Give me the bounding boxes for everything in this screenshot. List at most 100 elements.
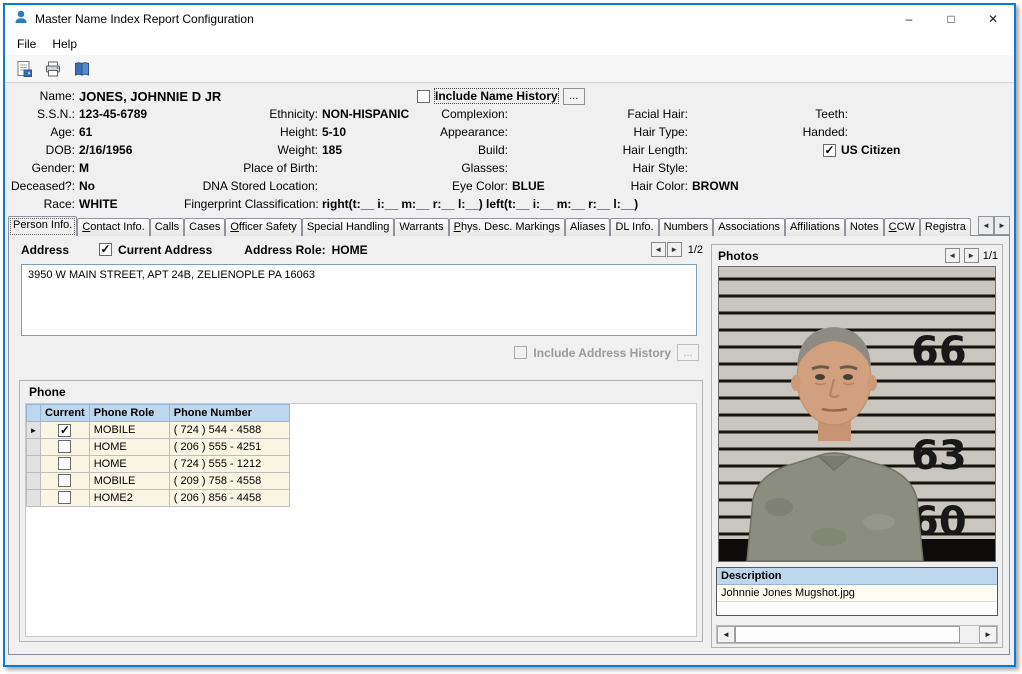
phone-role-cell[interactable]: HOME2 xyxy=(89,490,169,507)
photos-header: Photos ◄ ► 1/1 xyxy=(718,248,998,263)
phone-row[interactable]: MOBILE ( 209 ) 758 - 4558 xyxy=(27,473,290,490)
phone-current-checkbox[interactable] xyxy=(58,491,71,504)
phone-current-checkbox[interactable] xyxy=(58,474,71,487)
scrollbar-right-icon[interactable]: ► xyxy=(979,626,997,643)
hair-style-label: Hair Style: xyxy=(602,161,692,175)
menu-file[interactable]: File xyxy=(9,35,44,53)
title-bar: Master Name Index Report Configuration –… xyxy=(5,5,1014,33)
phone-col-role[interactable]: Phone Role xyxy=(89,405,169,422)
description-header: Description xyxy=(717,568,997,585)
place-of-birth-label: Place of Birth: xyxy=(184,161,322,175)
phone-table: Current Phone Role Phone Number ► ✓ MOBI… xyxy=(26,404,290,507)
include-address-history-control: Include Address History ... xyxy=(21,344,699,361)
phone-role-cell[interactable]: HOME xyxy=(89,456,169,473)
menu-help[interactable]: Help xyxy=(44,35,85,53)
glasses-label: Glasses: xyxy=(417,161,512,175)
description-empty-area xyxy=(717,602,997,615)
address-next-icon[interactable]: ► xyxy=(667,242,682,257)
phone-role-cell[interactable]: HOME xyxy=(89,439,169,456)
photo-next-icon[interactable]: ► xyxy=(964,248,979,263)
close-button[interactable]: ✕ xyxy=(972,5,1014,33)
phone-number-cell[interactable]: ( 724 ) 544 - 4588 xyxy=(169,422,289,439)
hair-type-label: Hair Type: xyxy=(602,125,692,139)
description-row[interactable]: Johnnie Jones Mugshot.jpg xyxy=(717,585,997,602)
row-selector[interactable] xyxy=(27,490,41,507)
tab-numbers[interactable]: Numbers xyxy=(659,218,714,236)
tab-notes[interactable]: Notes xyxy=(845,218,884,236)
photo-prev-icon[interactable]: ◄ xyxy=(945,248,960,263)
include-name-history-label: Include Name History xyxy=(435,89,558,103)
report-icon[interactable] xyxy=(11,57,37,81)
phone-number-cell[interactable]: ( 209 ) 758 - 4558 xyxy=(169,473,289,490)
ssn-label: S.S.N.: xyxy=(11,107,79,121)
phone-current-checkbox[interactable] xyxy=(58,457,71,470)
photos-pager: 1/1 xyxy=(983,250,998,262)
tab-calls[interactable]: Calls xyxy=(150,218,184,236)
print-icon[interactable] xyxy=(40,57,66,81)
tab-ccw[interactable]: CCW xyxy=(884,218,920,236)
tab-warrants[interactable]: Warrants xyxy=(394,218,448,236)
tab-registration[interactable]: Registra xyxy=(920,218,971,236)
row-selector[interactable] xyxy=(27,473,41,490)
tab-contact-info[interactable]: Contact Info. xyxy=(77,218,149,236)
dna-label: DNA Stored Location: xyxy=(184,179,322,193)
phone-role-cell[interactable]: MOBILE xyxy=(89,473,169,490)
phone-number-cell[interactable]: ( 724 ) 555 - 1212 xyxy=(169,456,289,473)
person-info-tab-page: Address ✓ Current Address Address Role: … xyxy=(8,235,1010,655)
phone-row[interactable]: ► ✓ MOBILE ( 724 ) 544 - 4588 xyxy=(27,422,290,439)
tab-special-handling[interactable]: Special Handling xyxy=(302,218,395,236)
row-selector[interactable] xyxy=(27,456,41,473)
row-selector[interactable] xyxy=(27,439,41,456)
weight-value: 185 xyxy=(322,143,417,157)
age-label: Age: xyxy=(11,125,79,139)
phone-current-cell[interactable]: ✓ xyxy=(41,422,90,439)
report-viewer-book-icon[interactable] xyxy=(69,57,95,81)
tab-aliases[interactable]: Aliases xyxy=(565,218,610,236)
scrollbar-left-icon[interactable]: ◄ xyxy=(717,626,735,643)
tab-scroll-left-icon[interactable]: ◄ xyxy=(978,216,994,235)
tab-cases[interactable]: Cases xyxy=(184,218,225,236)
svg-text:66: 66 xyxy=(911,329,967,375)
name-history-more-button[interactable]: ... xyxy=(563,88,585,105)
phone-current-cell[interactable] xyxy=(41,473,90,490)
phone-row[interactable]: HOME ( 724 ) 555 - 1212 xyxy=(27,456,290,473)
eye-color-label: Eye Color: xyxy=(417,179,512,193)
tab-dl-info[interactable]: DL Info. xyxy=(610,218,658,236)
scrollbar-track[interactable] xyxy=(960,626,979,643)
phone-current-cell[interactable] xyxy=(41,439,90,456)
phone-current-checkbox[interactable] xyxy=(58,440,71,453)
tab-associations[interactable]: Associations xyxy=(713,218,785,236)
phone-current-checkbox[interactable]: ✓ xyxy=(58,424,71,437)
us-citizen-checkbox[interactable]: ✓ xyxy=(823,144,836,157)
tab-officer-safety[interactable]: Officer Safety xyxy=(225,218,301,236)
phone-row[interactable]: HOME2 ( 206 ) 856 - 4458 xyxy=(27,490,290,507)
current-row-marker-icon: ► xyxy=(30,426,38,435)
toolbar xyxy=(5,55,1014,83)
maximize-button[interactable]: □ xyxy=(930,5,972,33)
phone-current-cell[interactable] xyxy=(41,456,90,473)
tab-strip: Person Info. Contact Info. Calls Cases O… xyxy=(8,214,1010,236)
weight-label: Weight: xyxy=(184,143,322,157)
scrollbar-thumb[interactable] xyxy=(735,626,960,643)
fingerprint-value: right(t:__ i:__ m:__ r:__ l:__) left(t:_… xyxy=(322,197,787,211)
phone-col-number[interactable]: Phone Number xyxy=(169,405,289,422)
app-window: Master Name Index Report Configuration –… xyxy=(3,3,1016,667)
minimize-button[interactable]: – xyxy=(888,5,930,33)
address-prev-icon[interactable]: ◄ xyxy=(651,242,666,257)
tab-affiliations[interactable]: Affiliations xyxy=(785,218,845,236)
phone-current-cell[interactable] xyxy=(41,490,90,507)
height-value: 5-10 xyxy=(322,125,417,139)
phone-number-cell[interactable]: ( 206 ) 856 - 4458 xyxy=(169,490,289,507)
include-name-history-checkbox[interactable] xyxy=(417,90,430,103)
phone-row[interactable]: HOME ( 206 ) 555 - 4251 xyxy=(27,439,290,456)
tab-person-info[interactable]: Person Info. xyxy=(8,216,77,236)
tab-phys-desc-markings[interactable]: Phys. Desc. Markings xyxy=(449,218,565,236)
phone-number-cell[interactable]: ( 206 ) 555 - 4251 xyxy=(169,439,289,456)
handed-label: Handed: xyxy=(787,125,852,139)
tab-scroll-right-icon[interactable]: ► xyxy=(994,216,1010,235)
phone-col-current[interactable]: Current xyxy=(41,405,90,422)
address-textbox[interactable]: 3950 W MAIN STREET, APT 24B, ZELIENOPLE … xyxy=(21,264,697,336)
row-selector[interactable]: ► xyxy=(27,422,41,439)
current-address-checkbox[interactable]: ✓ xyxy=(99,243,112,256)
phone-role-cell[interactable]: MOBILE xyxy=(89,422,169,439)
